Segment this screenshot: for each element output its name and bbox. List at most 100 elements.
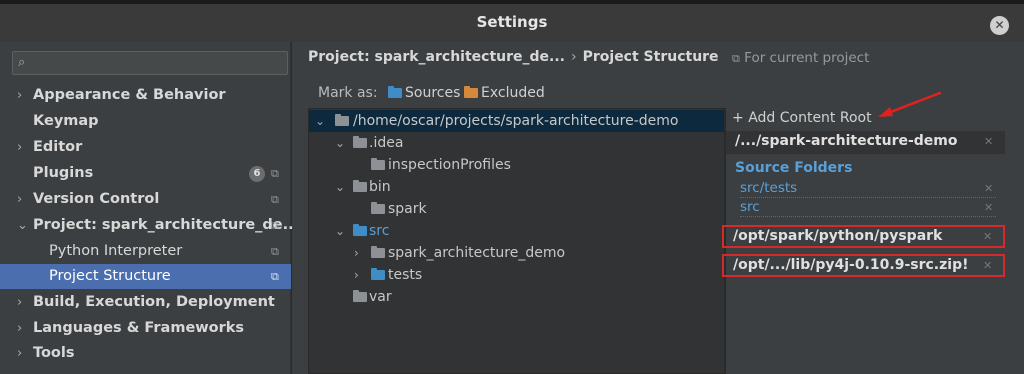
- mark-sources-button[interactable]: Sources: [388, 85, 460, 101]
- sidebar-item-project[interactable]: ⌄ Project: spark_architecture_de... ⧉: [0, 213, 299, 238]
- sidebar-item-build[interactable]: › Build, Execution, Deployment: [0, 290, 291, 315]
- remove-content-root-icon[interactable]: ✕: [983, 230, 992, 243]
- sidebar-item-python-interpreter[interactable]: Python Interpreter ⧉: [0, 239, 291, 264]
- sidebar-item-keymap[interactable]: Keymap: [0, 109, 291, 134]
- sidebar-item-label: Editor: [33, 139, 83, 155]
- tree-row-label: src: [369, 223, 390, 239]
- sidebar-item-label: Plugins: [33, 165, 94, 181]
- chevron-down-icon: ⌄: [335, 224, 346, 238]
- sidebar-item-label: Python Interpreter: [49, 243, 183, 259]
- chevron-right-icon: ›: [17, 295, 23, 310]
- sidebar-item-label: Build, Execution, Deployment: [33, 294, 275, 310]
- content-roots-panel: + Add Content Root /.../spark-architectu…: [722, 108, 1024, 374]
- copy-icon: ⧉: [271, 219, 279, 232]
- source-folder-icon: [371, 268, 385, 280]
- content-root-pyspark[interactable]: /opt/spark/python/pyspark ✕: [722, 225, 1005, 248]
- package-folder-icon: [371, 246, 385, 258]
- settings-sidebar: ⌕ › Appearance & Behavior Keymap › Edito…: [0, 42, 299, 374]
- main-panel: Project: spark_architecture_de... › Projec…: [292, 42, 1024, 374]
- tree-row-tests[interactable]: › tests: [309, 264, 724, 286]
- chevron-right-icon: ›: [17, 346, 23, 361]
- tree-row-label: inspectionProfiles: [388, 157, 511, 173]
- remove-content-root-icon[interactable]: ✕: [983, 259, 992, 272]
- chevron-right-icon: ›: [354, 268, 359, 282]
- tree-row-spark[interactable]: spark: [309, 198, 724, 220]
- folder-icon: [353, 180, 367, 192]
- source-folder-item[interactable]: src/tests ✕: [740, 180, 996, 198]
- sidebar-item-languages[interactable]: › Languages & Frameworks: [0, 316, 291, 341]
- sidebar-item-label: Appearance & Behavior: [33, 87, 226, 103]
- chevron-right-icon: ›: [17, 140, 23, 155]
- plugins-update-badge: 6: [249, 166, 265, 182]
- mark-as-label: Mark as:: [318, 85, 378, 101]
- search-input[interactable]: [39, 54, 279, 72]
- tree-row-src[interactable]: ⌄ src: [309, 220, 724, 242]
- folder-icon: [353, 136, 367, 148]
- sidebar-item-version-control[interactable]: › Version Control ⧉: [0, 187, 291, 212]
- sidebar-item-tools[interactable]: › Tools: [0, 341, 291, 366]
- chevron-right-icon: ›: [17, 88, 23, 103]
- content-root-path: /opt/spark/python/pyspark: [733, 228, 943, 244]
- tree-row-label: tests: [388, 267, 423, 283]
- sidebar-item-project-structure[interactable]: Project Structure ⧉: [0, 264, 291, 289]
- remove-content-root-icon[interactable]: ✕: [984, 135, 993, 148]
- plus-icon: +: [732, 110, 744, 126]
- tree-row-idea[interactable]: ⌄ .idea: [309, 132, 724, 154]
- tree-row-root[interactable]: ⌄ /home/oscar/projects/spark-architectur…: [309, 110, 724, 132]
- mark-excluded-label: Excluded: [481, 85, 545, 101]
- folder-icon: [464, 86, 478, 98]
- tree-row-label: spark_architecture_demo: [388, 245, 566, 261]
- content-root-py4j[interactable]: /opt/.../lib/py4j-0.10.9-src.zip! ✕: [722, 254, 1005, 277]
- add-content-root-button[interactable]: + Add Content Root: [732, 110, 872, 126]
- project-tree[interactable]: ⌄ /home/oscar/projects/spark-architectur…: [308, 108, 725, 374]
- breadcrumb-separator: ›: [571, 49, 577, 65]
- folder-icon: [353, 290, 367, 302]
- tree-row-var[interactable]: var: [309, 286, 724, 308]
- chevron-right-icon: ›: [354, 246, 359, 260]
- sidebar-item-label: Project: spark_architecture_de...: [33, 217, 300, 233]
- sidebar-item-label: Project Structure: [49, 268, 171, 284]
- sidebar-item-label: Version Control: [33, 191, 160, 207]
- copy-icon: ⧉: [732, 52, 740, 65]
- sidebar-item-plugins[interactable]: Plugins 6 ⧉: [0, 161, 291, 186]
- sidebar-item-editor[interactable]: › Editor: [0, 135, 291, 160]
- tree-row-label: var: [369, 289, 392, 305]
- folder-icon: [388, 86, 402, 98]
- search-box[interactable]: ⌕: [12, 51, 288, 75]
- chevron-right-icon: ›: [17, 192, 23, 207]
- chevron-down-icon: ⌄: [315, 114, 326, 128]
- chevron-right-icon: ›: [17, 321, 23, 336]
- tree-row-label: .idea: [369, 135, 404, 151]
- chevron-down-icon: ⌄: [335, 180, 346, 194]
- for-current-project: ⧉ For current project: [732, 50, 869, 66]
- source-folder-path: src: [740, 199, 760, 215]
- remove-source-folder-icon[interactable]: ✕: [984, 182, 993, 195]
- mark-sources-label: Sources: [405, 85, 461, 101]
- chevron-down-icon: ⌄: [335, 136, 346, 150]
- tree-row-label: /home/oscar/projects/spark-architecture-…: [353, 113, 679, 129]
- close-icon[interactable]: ✕: [990, 16, 1009, 35]
- title-bar: Settings ✕: [0, 4, 1024, 42]
- for-current-project-label: For current project: [744, 50, 870, 66]
- tree-row-bin[interactable]: ⌄ bin: [309, 176, 724, 198]
- tree-row-label: bin: [369, 179, 391, 195]
- content-root-path: /.../spark-architecture-demo: [735, 133, 958, 149]
- mark-excluded-button[interactable]: Excluded: [464, 85, 545, 101]
- add-content-root-label: Add Content Root: [748, 110, 872, 126]
- folder-icon: [371, 158, 385, 170]
- source-folder-path: src/tests: [740, 180, 798, 196]
- breadcrumb: Project: spark_architecture_de... › Projec…: [308, 49, 719, 65]
- tree-row-inspection-profiles[interactable]: inspectionProfiles: [309, 154, 724, 176]
- remove-source-folder-icon[interactable]: ✕: [984, 201, 993, 214]
- source-folder-item[interactable]: src ✕: [740, 199, 996, 217]
- copy-icon: ⧉: [271, 270, 279, 283]
- chevron-down-icon: ⌄: [17, 218, 28, 233]
- breadcrumb-project[interactable]: Project: spark_architecture_de...: [308, 49, 565, 65]
- folder-icon: [335, 114, 349, 126]
- tree-row-spark-architecture-demo[interactable]: › spark_architecture_demo: [309, 242, 724, 264]
- breadcrumb-page: Project Structure: [582, 49, 719, 65]
- window-title: Settings: [476, 13, 548, 31]
- sidebar-item-appearance[interactable]: › Appearance & Behavior: [0, 83, 291, 108]
- source-folders-title: Source Folders: [735, 160, 853, 176]
- sidebar-item-label: Keymap: [33, 113, 99, 129]
